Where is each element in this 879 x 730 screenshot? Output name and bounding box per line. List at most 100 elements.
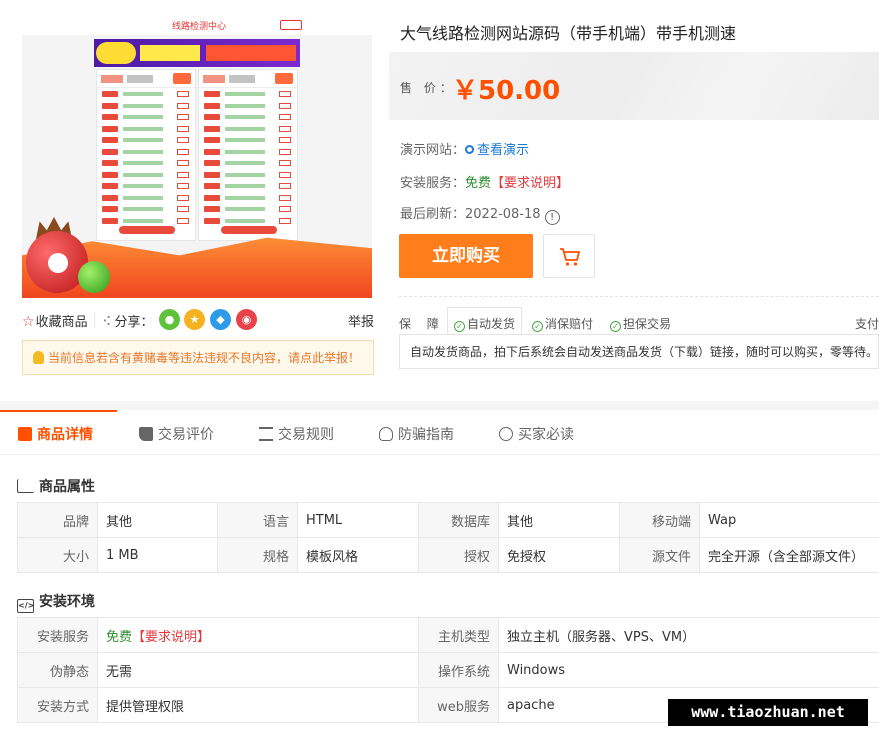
lightbulb-icon <box>33 351 44 364</box>
env-requirements-link[interactable]: 【要求说明】 <box>132 630 210 645</box>
env-key: 操作系统 <box>418 652 499 688</box>
tab-product-details[interactable]: 商品详情 <box>18 424 93 444</box>
qzone-share-icon[interactable]: ★ <box>184 309 205 330</box>
screenshot-panel-row <box>199 215 297 227</box>
screenshot-panel-row <box>199 100 297 112</box>
report-link[interactable]: 举报 <box>348 311 374 330</box>
green-ball-graphic <box>78 261 110 293</box>
env-key: 主机类型 <box>418 617 499 653</box>
attr-key: 品牌 <box>17 502 98 538</box>
product-title: 大气线路检测网站源码（带手机端）带手机测速 <box>400 24 737 43</box>
attr-value: 完全开源（含全部源文件） <box>699 537 879 573</box>
price-value: ￥50.00 <box>452 76 561 106</box>
env-key: 安装方式 <box>17 687 98 723</box>
guarantee-tag-compensation[interactable]: ✓ 消保赔付 <box>532 315 593 332</box>
environment-title: </> 安装环境 <box>17 591 95 613</box>
install-requirements-link[interactable]: 【要求说明】 <box>491 176 569 191</box>
screenshot-panel-row <box>97 180 195 192</box>
add-to-cart-button[interactable] <box>543 234 595 278</box>
product-image[interactable]: 线路检测中心 <box>22 17 372 298</box>
guarantee-tag-auto-ship[interactable]: ✓ 自动发货 <box>447 307 523 335</box>
table-row: 大小 1 MB 规格 模板风格 授权 免授权 源文件 完全开源（含全部源文件） <box>17 537 879 573</box>
screenshot-panel-left <box>96 69 196 241</box>
screenshot-title: 线路检测中心 <box>172 22 227 32</box>
demo-link[interactable]: 查看演示 <box>465 143 529 158</box>
active-tab-indicator <box>0 410 117 412</box>
check-icon: ✓ <box>532 321 543 332</box>
screenshot-banner <box>94 39 300 67</box>
env-value: Windows <box>498 652 879 688</box>
price-box: 售 价： ￥50.00 <box>389 52 879 120</box>
check-icon: ✓ <box>610 321 621 332</box>
share-label: ⠪ 分享： <box>102 315 154 330</box>
weibo-share-icon[interactable]: ◉ <box>236 309 257 330</box>
screenshot-panel-row <box>97 215 195 227</box>
lightbulb-icon <box>379 427 393 441</box>
attributes-title: 商品属性 <box>17 476 95 496</box>
screenshot-panel-button <box>221 226 277 234</box>
screenshot-panel-row <box>199 111 297 123</box>
screenshot-panel-row <box>199 192 297 204</box>
report-notice[interactable]: 当前信息若含有黄赌毒等违法违规不良内容，请点此举报！ <box>22 340 374 375</box>
attr-key: 语言 <box>217 502 298 538</box>
screenshot-panel-row <box>97 203 195 215</box>
share-bar: ☆收藏商品 ⠪ 分享： ● ★ ◆ ◉ 举报 <box>22 309 374 331</box>
env-value: 提供管理权限 <box>97 687 419 723</box>
screenshot-panel-row <box>97 157 195 169</box>
refresh-label: 最后刷新： <box>400 207 466 222</box>
guarantee-tag-escrow[interactable]: ✓ 担保交易 <box>610 315 671 332</box>
scale-icon <box>259 427 273 441</box>
cart-icon <box>560 248 580 266</box>
buy-now-button[interactable]: 立即购买 <box>399 234 533 278</box>
screenshot-panel-row <box>97 88 195 100</box>
attr-key: 规格 <box>217 537 298 573</box>
info-icon[interactable]: ! <box>544 210 560 225</box>
demo-row: 演示网站： 查看演示 <box>400 139 529 158</box>
env-value: 无需 <box>97 652 419 688</box>
attr-value: 其他 <box>97 502 218 538</box>
attr-key: 授权 <box>418 537 499 573</box>
screenshot-panel-row <box>97 100 195 112</box>
screenshot-panel-row <box>97 111 195 123</box>
screenshot-header: 线路检测中心 <box>22 17 372 35</box>
screenshot-panel-row <box>199 134 297 146</box>
favorite-button[interactable]: ☆收藏商品 <box>22 311 88 330</box>
screenshot-panel-right <box>198 69 298 241</box>
tab-reviews[interactable]: 交易评价 <box>139 424 214 444</box>
demo-label: 演示网站： <box>400 143 466 158</box>
screenshot-panel-row <box>199 203 297 215</box>
screenshot-panel-row <box>97 169 195 181</box>
screenshot-panel-row <box>199 146 297 158</box>
qq-share-icon[interactable]: ◆ <box>210 309 231 330</box>
favorite-label: 收藏商品 <box>35 315 88 330</box>
attr-key: 数据库 <box>418 502 499 538</box>
screenshot-panel-row <box>199 88 297 100</box>
install-free: 免费 <box>465 176 492 191</box>
detail-tabs: 商品详情 交易评价 交易规则 防骗指南 买家必读 <box>0 410 879 455</box>
notice-text: 当前信息若含有黄赌毒等违法违规不良内容，请点此举报！ <box>48 351 361 365</box>
price-label: 售 价： <box>400 81 456 95</box>
guarantee-tag-payment[interactable]: 支付 <box>855 315 879 332</box>
screenshot-header-button <box>280 20 302 30</box>
screenshot-panel-button <box>119 226 175 234</box>
attr-key: 源文件 <box>619 537 700 573</box>
guarantee-section: 保 障： ✓ 自动发货 ✓ 消保赔付 ✓ 担保交易 支付 自动发货商品，拍下后系统会自… <box>399 296 879 369</box>
section-divider <box>0 401 879 410</box>
tab-buyer-notice[interactable]: 买家必读 <box>499 424 574 444</box>
wechat-share-icon[interactable]: ● <box>159 309 180 330</box>
screenshot-panel-row <box>97 123 195 135</box>
tab-anti-fraud[interactable]: 防骗指南 <box>379 424 454 444</box>
tab-trade-rules[interactable]: 交易规则 <box>259 424 334 444</box>
attr-key: 移动端 <box>619 502 700 538</box>
code-icon: </> <box>17 599 34 613</box>
screenshot-panel-row <box>199 123 297 135</box>
attr-value: 免授权 <box>498 537 620 573</box>
table-row: 品牌 其他 语言 HTML 数据库 其他 移动端 Wap <box>17 502 879 538</box>
install-row: 安装服务：免费【要求说明】 <box>400 172 569 191</box>
env-value: 免费【要求说明】 <box>97 617 419 653</box>
screenshot-panel-row <box>97 146 195 158</box>
env-key: 安装服务 <box>17 617 98 653</box>
screenshot-panel-row <box>199 169 297 181</box>
screenshot-panel-header <box>199 70 297 88</box>
watermark: www.tiaozhuan.net <box>668 699 868 726</box>
